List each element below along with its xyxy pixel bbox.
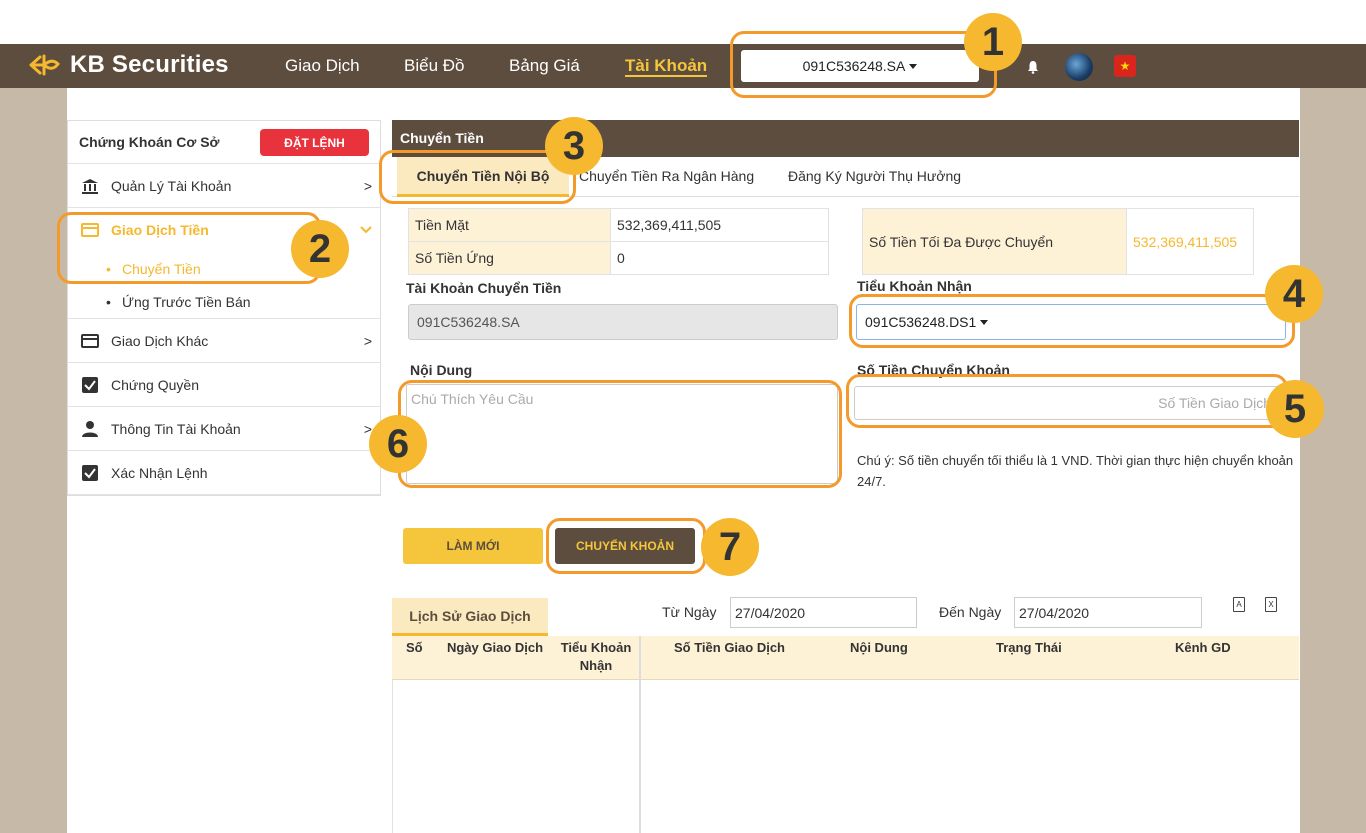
sidebar-item-label: Quản Lý Tài Khoản xyxy=(111,177,232,194)
export-pdf-icon[interactable]: A xyxy=(1233,597,1245,612)
cash-value: 532,369,411,505 xyxy=(610,208,829,242)
sidebar-item-order-confirmation[interactable]: Xác Nhận Lệnh xyxy=(68,451,380,495)
page-margin-right xyxy=(1300,88,1366,833)
sidebar-item-label: Giao Dịch Tiền xyxy=(111,222,209,238)
place-order-button[interactable]: ĐẶT LỆNH xyxy=(260,129,369,156)
card-icon xyxy=(81,223,99,237)
sidebar-item-label: Thông Tin Tài Khoản xyxy=(111,420,241,437)
tab-beneficiary-registration[interactable]: Đăng Ký Người Thụ Hưởng xyxy=(776,157,973,197)
nav-bieu-do[interactable]: Biểu Đồ xyxy=(404,55,464,77)
col-status: Trạng Thái xyxy=(996,640,1062,655)
bell-icon[interactable] xyxy=(1026,60,1040,74)
flag-star: ★ xyxy=(1119,59,1131,73)
sidebar-subitem-label: Ứng Trước Tiền Bán xyxy=(122,293,251,310)
transfer-note: Chú ý: Số tiền chuyển tối thiểu là 1 VND… xyxy=(857,453,1294,489)
sidebar-item-account-management[interactable]: Quản Lý Tài Khoản > xyxy=(68,164,380,208)
nav-tai-khoan[interactable]: Tài Khoản xyxy=(625,55,708,77)
chevron-down-icon xyxy=(360,226,372,234)
user-avatar[interactable] xyxy=(1065,53,1093,81)
sidebar-subitem-label: Chuyển Tiền xyxy=(122,260,201,277)
receiving-subaccount-label: Tiểu Khoản Nhận xyxy=(857,278,972,294)
table-border xyxy=(392,680,393,833)
balance-table: Tiền Mặt 532,369,411,505 Số Tiền Ứng 0 xyxy=(408,208,829,275)
from-date-label: Từ Ngày xyxy=(662,604,717,620)
page-margin-left xyxy=(0,88,67,833)
callout-number-3: 3 xyxy=(545,117,603,175)
sidebar-item-account-info[interactable]: Thông Tin Tài Khoản > xyxy=(68,407,380,451)
brand-logo[interactable]: KB Securities xyxy=(28,50,229,80)
content-placeholder: Chú Thích Yêu Cầu xyxy=(411,391,534,407)
caret-down-icon xyxy=(980,319,989,325)
col-amount: Số Tiền Giao Dịch xyxy=(674,640,786,655)
max-transfer-value: 532,369,411,505 xyxy=(1126,208,1254,275)
chevron-right-icon: > xyxy=(363,332,372,349)
kb-logo-icon xyxy=(29,54,60,76)
max-transfer-table: Số Tiền Tối Đa Được Chuyển 532,369,411,5… xyxy=(862,208,1254,275)
user-icon xyxy=(82,420,98,437)
refresh-button[interactable]: LÀM MỚI xyxy=(403,528,543,564)
bullet-icon: • xyxy=(106,260,111,277)
callout-number-1: 1 xyxy=(964,13,1022,71)
advance-value: 0 xyxy=(610,241,829,275)
panel-title: Chuyển Tiền xyxy=(392,120,1299,157)
callout-number-2: 2 xyxy=(291,220,349,278)
to-date-input[interactable]: 27/04/2020 xyxy=(1014,597,1202,628)
nav-giao-dich[interactable]: Giao Dịch xyxy=(285,55,360,77)
col-no: Số xyxy=(406,640,423,655)
account-selector[interactable]: 091C536248.SA xyxy=(741,50,979,82)
advance-label: Số Tiền Ứng xyxy=(408,241,611,275)
bank-icon xyxy=(82,178,98,194)
max-transfer-label: Số Tiền Tối Đa Được Chuyển xyxy=(862,208,1127,275)
amount-label: Số Tiền Chuyển Khoản xyxy=(857,362,1010,378)
sidebar-title: Chứng Khoán Cơ Sở xyxy=(79,134,220,150)
col-trade-date: Ngày Giao Dịch xyxy=(447,640,544,655)
sidebar-item-other-transactions[interactable]: Giao Dịch Khác > xyxy=(68,319,380,363)
to-date-label: Đến Ngày xyxy=(939,604,1002,620)
receiving-subaccount-value: 091C536248.DS1 xyxy=(865,314,977,330)
export-excel-icon[interactable]: X xyxy=(1265,597,1277,612)
callout-number-7: 7 xyxy=(701,518,759,576)
vietnam-flag-icon[interactable]: ★ xyxy=(1114,55,1136,77)
table-divider xyxy=(639,636,641,833)
bullet-icon: • xyxy=(106,293,111,310)
callout-number-6: 6 xyxy=(369,415,427,473)
sidebar-item-label: Chứng Quyền xyxy=(111,376,199,393)
content-textarea[interactable]: Chú Thích Yêu Cầu xyxy=(406,384,838,484)
sidebar: Chứng Khoán Cơ Sở ĐẶT LỆNH Quản Lý Tài K… xyxy=(67,120,381,496)
source-account-field: 091C536248.SA xyxy=(408,304,838,340)
chevron-right-icon: > xyxy=(363,177,372,194)
amount-input[interactable]: Số Tiền Giao Dịch xyxy=(854,386,1282,420)
sidebar-header: Chứng Khoán Cơ Sở ĐẶT LỆNH xyxy=(68,121,380,164)
transfer-button[interactable]: CHUYỂN KHOẢN xyxy=(555,528,695,564)
card-icon xyxy=(81,333,99,348)
history-table-header: Số Ngày Giao Dịch Tiểu Khoản Nhận Số Tiề… xyxy=(392,636,1299,680)
sidebar-subitem-advance[interactable]: • Ứng Trước Tiền Bán xyxy=(68,285,380,319)
source-account-label: Tài Khoản Chuyển Tiền xyxy=(406,280,562,296)
sidebar-item-label: Xác Nhận Lệnh xyxy=(111,464,208,481)
caret-down-icon xyxy=(909,63,918,69)
col-channel: Kênh GD xyxy=(1175,640,1231,655)
sidebar-item-warrants[interactable]: Chứng Quyền xyxy=(68,363,380,407)
callout-number-4: 4 xyxy=(1265,265,1323,323)
col-receiving-subaccount: Tiểu Khoản Nhận xyxy=(560,640,632,673)
content-label: Nội Dung xyxy=(410,362,473,378)
amount-placeholder: Số Tiền Giao Dịch xyxy=(1158,395,1271,411)
sidebar-item-label: Giao Dịch Khác xyxy=(111,332,209,349)
checkbox-icon xyxy=(82,464,98,481)
receiving-subaccount-select[interactable]: 091C536248.DS1 xyxy=(856,304,1286,340)
brand-name: KB Securities xyxy=(70,51,229,78)
from-date-input[interactable]: 27/04/2020 xyxy=(730,597,917,628)
tab-internal-transfer[interactable]: Chuyển Tiền Nội Bộ xyxy=(397,157,569,197)
checkbox-icon xyxy=(82,376,98,393)
col-content: Nội Dung xyxy=(850,640,908,655)
transfer-tabs: Chuyển Tiền Nội Bộ Chuyển Tiền Ra Ngân H… xyxy=(392,157,1299,197)
callout-number-5: 5 xyxy=(1266,380,1324,438)
account-selector-value: 091C536248.SA xyxy=(802,58,906,74)
cash-label: Tiền Mặt xyxy=(408,208,611,242)
tab-transaction-history[interactable]: Lịch Sử Giao Dịch xyxy=(392,598,548,636)
nav-bang-gia[interactable]: Bảng Giá xyxy=(509,55,580,77)
